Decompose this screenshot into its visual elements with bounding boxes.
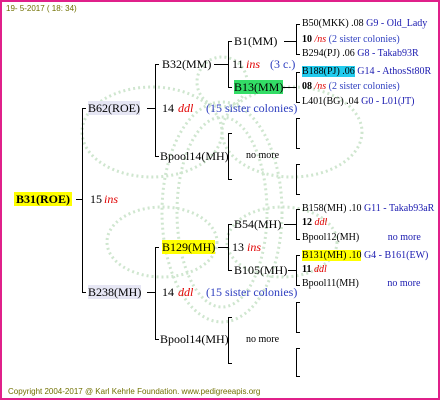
leaf-queen-label[interactable]: B188(PJ) .06 G14 - AthosSt80R [302, 66, 431, 78]
connector-line [296, 148, 300, 149]
great-grandparent-queen-label[interactable]: B1(MM) [234, 34, 277, 48]
great-grandparent-queen-label[interactable]: B105(MH) [234, 263, 287, 277]
connector-line [296, 209, 297, 239]
copyright-footer: Copyright 2004-2017 @ Karl Kehrle Founda… [8, 387, 261, 396]
pedigree-frame: 19- 5-2017 ( 18: 34) B31(ROE) 15 ins B62… [0, 0, 440, 400]
great-grandparent-year: 11 [232, 57, 244, 71]
no-more-note: no more [246, 334, 280, 345]
parent-queen-label[interactable]: B62(ROE) [88, 101, 140, 115]
connector-line [284, 41, 296, 42]
connector-line [214, 64, 228, 65]
leaf-year-row: 10 /ns (2 sister colonies) [302, 34, 400, 45]
grandparent-year: 13 [232, 240, 244, 254]
grandparent-queen-label[interactable]: Bpool14(MH) [160, 332, 229, 346]
connector-line [228, 317, 232, 318]
root-line-code: ins [104, 192, 119, 206]
leaf-queen-label[interactable]: L401(BG) .04 G0 - L01(JT) [302, 96, 415, 108]
connector-line [228, 363, 232, 364]
connector-line [296, 209, 300, 210]
connector-line [155, 247, 159, 248]
connector-line [228, 41, 229, 87]
connector-line [296, 302, 297, 332]
connector-line [228, 224, 229, 270]
connector-line [82, 108, 86, 109]
connector-line [296, 348, 300, 349]
great-grandparent-queen-label[interactable]: B54(MH) [234, 217, 281, 231]
connector-line [296, 348, 297, 376]
connector-line [296, 332, 300, 333]
connector-line [296, 118, 297, 148]
leaf-queen-label[interactable]: Bpool12(MH) no more [302, 232, 421, 244]
connector-line [218, 247, 228, 248]
connector-line [296, 255, 297, 285]
parent-year: 14 [162, 285, 174, 299]
connector-line [155, 64, 159, 65]
connector-line [228, 87, 232, 88]
connector-line [155, 156, 159, 157]
connector-line [155, 339, 159, 340]
connector-line [296, 239, 300, 240]
connector-line [296, 302, 300, 303]
grandparent-line-code: ins [247, 240, 262, 254]
parent-queen-label[interactable]: B238(MH) [88, 285, 142, 299]
great-grandparent-line-code: ins [246, 57, 261, 71]
connector-line [296, 54, 300, 55]
connector-line [288, 270, 296, 271]
sister-colonies-note: (15 sister colonies) [206, 285, 298, 299]
connector-line [296, 24, 297, 54]
connector-line [296, 255, 300, 256]
sister-colonies-note: (3 c.) [270, 57, 296, 71]
parent-year: 14 [162, 101, 174, 115]
connector-line [155, 64, 156, 156]
grandparent-queen-label[interactable]: B32(MM) [162, 57, 211, 71]
parent-line-code: ddl [178, 101, 194, 115]
grandparent-queen-label[interactable]: Bpool14(MH) [160, 149, 229, 163]
connector-line [228, 133, 232, 134]
leaf-queen-label[interactable]: B294(PJ) .06 G8 - Takab93R [302, 48, 419, 60]
leaf-queen-label[interactable]: B50(MKK) .08 G9 - Old_Lady [302, 18, 427, 30]
root-queen-label[interactable]: B31(ROE) [14, 192, 72, 206]
timestamp: 19- 5-2017 ( 18: 34) [6, 4, 77, 13]
no-more-note: no more [246, 150, 280, 161]
leaf-queen-label[interactable]: B131(MH) .10 G4 - B161(EW) [302, 250, 428, 262]
connector-line [228, 41, 232, 42]
leaf-year-row: 12 ddl [302, 217, 328, 228]
connector-line [296, 24, 300, 25]
connector-line [296, 164, 297, 194]
leaf-year-row: 08 /ns (2 sister colonies) [302, 81, 400, 92]
connector-line [147, 108, 155, 109]
leaf-year-row: 11 ddl [302, 264, 327, 275]
connector-line [155, 247, 156, 339]
great-grandparent-queen-label[interactable]: B13(MM) [234, 80, 284, 94]
connector-line [284, 224, 296, 225]
connector-line [296, 72, 300, 73]
connector-line [296, 118, 300, 119]
root-year: 15 [90, 192, 102, 206]
connector-line [296, 72, 297, 102]
parent-line-code: ddl [178, 285, 194, 299]
grandparent-queen-label[interactable]: B129(MH) [162, 240, 216, 254]
leaf-queen-label[interactable]: B158(MH) .10 G11 - Takab93aR [302, 203, 434, 215]
connector-line [228, 224, 232, 225]
connector-line [228, 179, 232, 180]
leaf-queen-label[interactable]: Bpool11(MH) no more [302, 278, 420, 290]
connector-line [228, 270, 232, 271]
sister-colonies-note: (15 sister colonies) [206, 101, 298, 115]
connector-line [282, 87, 296, 88]
connector-line [82, 292, 86, 293]
connector-line [296, 376, 300, 377]
connector-line [296, 164, 300, 165]
connector-line [82, 108, 83, 292]
connector-line [296, 194, 300, 195]
connector-line [147, 292, 155, 293]
